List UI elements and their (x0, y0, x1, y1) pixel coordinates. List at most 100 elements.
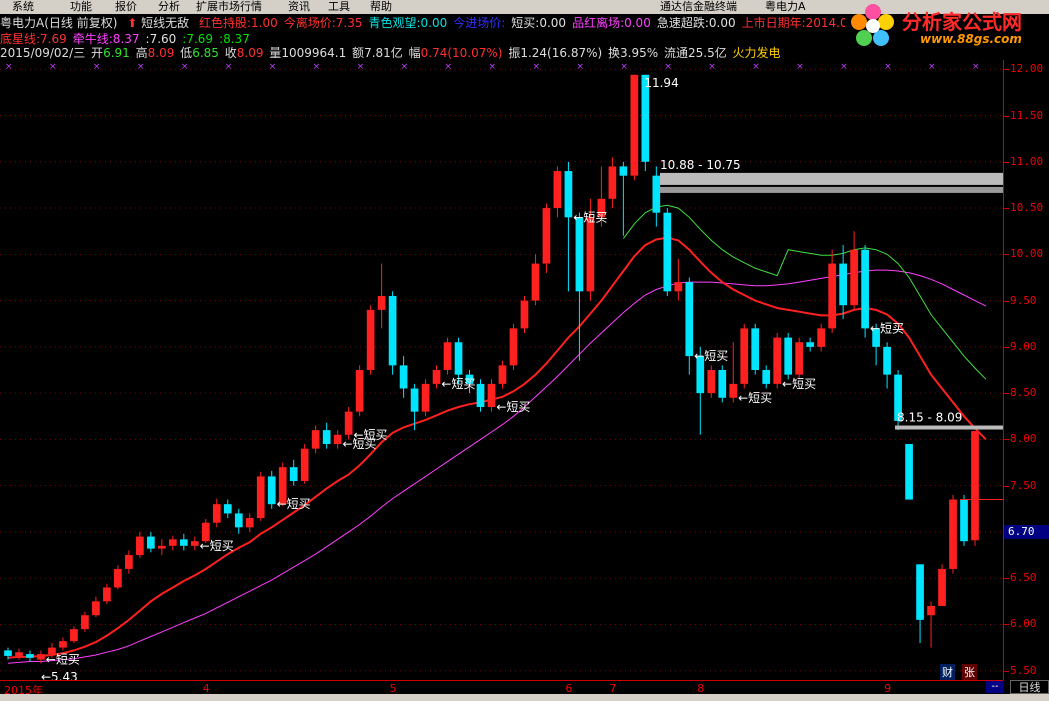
quote-concept: 火力发电 (732, 46, 781, 60)
candle-body (630, 74, 639, 176)
y-tick-mark (1004, 670, 1009, 672)
candle-body (410, 388, 419, 412)
candle-body (718, 370, 727, 398)
candle-body (905, 444, 913, 500)
candle-body (575, 217, 584, 292)
signal-mark: × (576, 62, 584, 72)
candle-body (883, 346, 891, 375)
y-tick-label: 11.00 (1010, 154, 1044, 168)
candle-body (322, 430, 331, 445)
candle-body (344, 411, 353, 435)
candle-body (586, 217, 595, 292)
stock-title: 粤电力A(日线 前复权) (0, 16, 118, 30)
candle-body (26, 654, 34, 658)
buy-signal-label: ←短买 (694, 349, 728, 363)
buy-signal-label: ←短买 (573, 210, 607, 224)
current-price-marker: 6.70 (1004, 525, 1049, 539)
resistance-band (660, 186, 1003, 193)
quote-vol: 1009964.1 (281, 46, 347, 60)
candle-body (443, 342, 452, 370)
menu-item-help[interactable]: 帮助 (370, 0, 392, 14)
ma-values: 底星线:7.69 牵牛线:8.37:7.60:7.69:8.37 (0, 32, 256, 46)
candle-body (179, 539, 188, 546)
candle-body (740, 328, 749, 384)
y-tick-label: 10.00 (1010, 247, 1044, 261)
y-tick-mark (1004, 161, 1009, 163)
candle-body (377, 295, 386, 310)
scroll-arrows-icon[interactable]: -- (986, 681, 1004, 693)
menu-item-system[interactable]: 系统 (12, 0, 34, 14)
limit-up-badge[interactable]: 张 (962, 664, 977, 680)
y-tick-mark (1004, 578, 1009, 580)
y-tick-label: 11.50 (1010, 108, 1044, 122)
candle-body (267, 476, 276, 505)
candle-body (729, 383, 738, 398)
candle-body (608, 166, 617, 199)
candle-body (388, 295, 397, 366)
buy-signal-label: ←短买 (277, 497, 311, 511)
quote-chg: 0.74(10.07%) (420, 46, 503, 60)
y-tick-mark (1004, 393, 1009, 395)
menu-item-analysis[interactable]: 分析 (158, 0, 180, 14)
quote-close: 8.09 (236, 46, 264, 60)
y-tick-label: 6.50 (1010, 571, 1037, 585)
menu-item-tools[interactable]: 工具 (328, 0, 350, 14)
kline-chart[interactable]: × × × × × × × × × × × × × × × × × × × × × × × ←短买 ←短买 ←短买 ←短买 ←短买 ←短… (0, 60, 1003, 680)
candle-body (399, 365, 408, 389)
candle-body (784, 337, 793, 375)
signal-mark: × (708, 62, 716, 72)
signal-mark: × (840, 62, 848, 72)
y-tick-label: 6.00 (1010, 617, 1037, 631)
quote-row: 2015/09/02/三 开6.91 高8.09 低6.85 收8.09 量10… (0, 45, 1000, 61)
candle-body (366, 309, 375, 370)
date-axis: 2015年 4 5 6 7 8 9 (0, 680, 1003, 697)
ma-green-line (622, 204, 987, 380)
indicator-param-1: 今离场价:7.35 (283, 16, 363, 30)
quote-amt-label: 额 (352, 46, 365, 60)
quote-turn: 3.95% (620, 46, 659, 60)
menu-item-function[interactable]: 功能 (70, 0, 92, 14)
candle-body (256, 476, 265, 519)
signal-mark: × (49, 62, 57, 72)
signal-mark: × (93, 62, 101, 72)
candle-body (59, 641, 67, 648)
quote-float: 25.5亿 (687, 46, 727, 60)
signal-mark: × (972, 62, 980, 72)
y-tick-label: 9.50 (1010, 293, 1037, 307)
quote-turn-label: 换 (608, 46, 621, 60)
period-selector[interactable]: 日线 (1010, 680, 1049, 694)
terminal-title: 通达信金融终端 (660, 0, 737, 13)
candle-body (157, 545, 166, 549)
menu-item-news[interactable]: 资讯 (288, 0, 310, 14)
candle-body (553, 171, 562, 209)
candle-body (960, 499, 968, 542)
logo-url: www.88gs.com (920, 32, 1022, 46)
candle-body (916, 564, 924, 620)
quote-chg-label: 幅 (408, 46, 421, 60)
buy-signal-label: ←短买 (353, 428, 387, 442)
signal-mark: × (445, 62, 453, 72)
indicator-row: 粤电力A(日线 前复权) ⬆ 短线无敌 红色持股:1.00 今离场价:7.35 青色… (0, 15, 845, 31)
buy-signal-label: ←短买 (738, 391, 772, 405)
menu-item-quote[interactable]: 报价 (115, 0, 137, 14)
y-tick-mark (1004, 485, 1009, 487)
candle-body (454, 342, 463, 375)
logo-text: 分析家公式网 (902, 10, 1022, 34)
candle-body (762, 370, 771, 384)
indicator-params: 红色持股:1.00 今离场价:7.35 青色观望:0.00 今进场价: 短买:0.00 品… (199, 16, 845, 30)
signal-mark: × (401, 62, 409, 72)
candle-body (520, 300, 529, 329)
signal-mark: × (181, 62, 189, 72)
y-tick-label: 8.50 (1010, 386, 1037, 400)
signal-mark: × (752, 62, 760, 72)
candle-body (37, 654, 45, 660)
band-label: 8.15 - 8.09 (897, 411, 962, 425)
candle-body (938, 568, 946, 606)
buy-signal-label: ←短买 (870, 321, 904, 335)
quote-low: 6.85 (192, 46, 219, 60)
finance-badge[interactable]: 财 (940, 664, 955, 680)
menu-item-ext-market[interactable]: 扩展市场行情 (196, 0, 262, 14)
candle-body (663, 212, 672, 292)
buy-signal-label: ←短买 (46, 653, 80, 667)
indicator-param-0: 红色持股:1.00 (198, 16, 278, 30)
